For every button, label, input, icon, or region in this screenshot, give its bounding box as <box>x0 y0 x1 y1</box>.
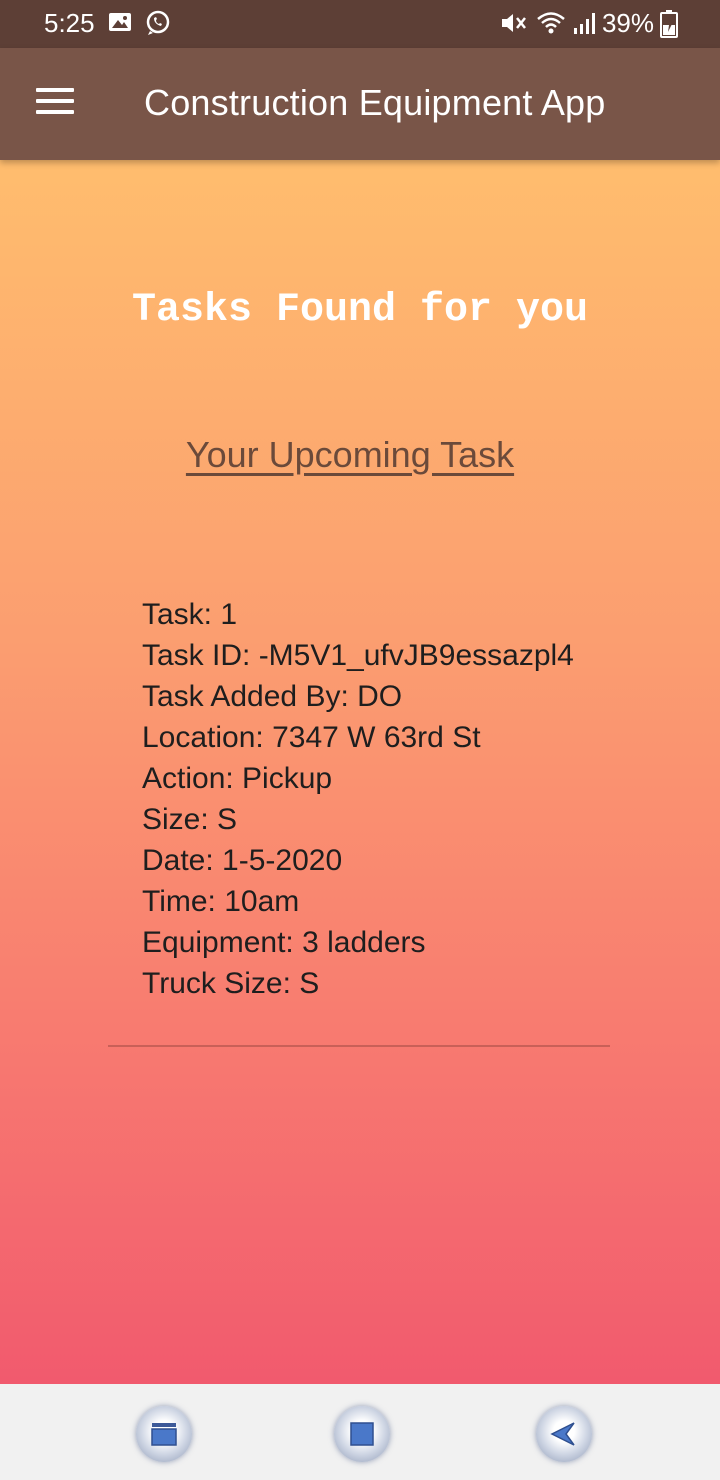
navigation-bar <box>0 1384 720 1480</box>
main-content: Tasks Found for you Your Upcoming Task T… <box>0 160 720 1384</box>
task-truck-size: Truck Size: S <box>142 967 320 1000</box>
whatsapp-icon <box>145 10 171 41</box>
back-icon[interactable] <box>536 1406 592 1462</box>
task-details: Task: 1 Task ID: -M5V1_ufvJB9essazpl4 Ta… <box>142 594 574 1004</box>
task-size: Size: S <box>142 803 238 836</box>
battery-percentage: 39% <box>601 8 654 38</box>
page-heading: Tasks Found for you <box>131 288 589 333</box>
task-id: Task ID: -M5V1_ufvJB9essazpl4 <box>142 639 574 672</box>
signal-icon <box>572 10 598 41</box>
task-time: Time: 10am <box>142 885 300 918</box>
task-action: Action: Pickup <box>142 762 333 795</box>
battery-charging-icon <box>660 10 678 43</box>
task-equipment: Equipment: 3 ladders <box>142 926 426 959</box>
task-number: Task: 1 <box>142 598 238 631</box>
wifi-icon <box>536 10 566 41</box>
divider <box>108 1045 610 1047</box>
gallery-icon <box>108 10 132 39</box>
task-added-by: Task Added By: DO <box>142 680 403 713</box>
task-location: Location: 7347 W 63rd St <box>142 721 481 754</box>
mute-icon <box>500 10 528 41</box>
status-time: 5:25 <box>44 8 95 38</box>
upcoming-task-link[interactable]: Your Upcoming Task <box>0 434 700 476</box>
task-date: Date: 1-5-2020 <box>142 844 343 877</box>
recent-apps-icon[interactable] <box>136 1406 192 1462</box>
app-bar: Construction Equipment App <box>0 48 720 160</box>
app-title: Construction Equipment App <box>144 82 606 123</box>
hamburger-menu-icon[interactable] <box>36 88 76 120</box>
status-bar: 5:25 39% <box>0 0 720 48</box>
home-icon[interactable] <box>334 1406 390 1462</box>
